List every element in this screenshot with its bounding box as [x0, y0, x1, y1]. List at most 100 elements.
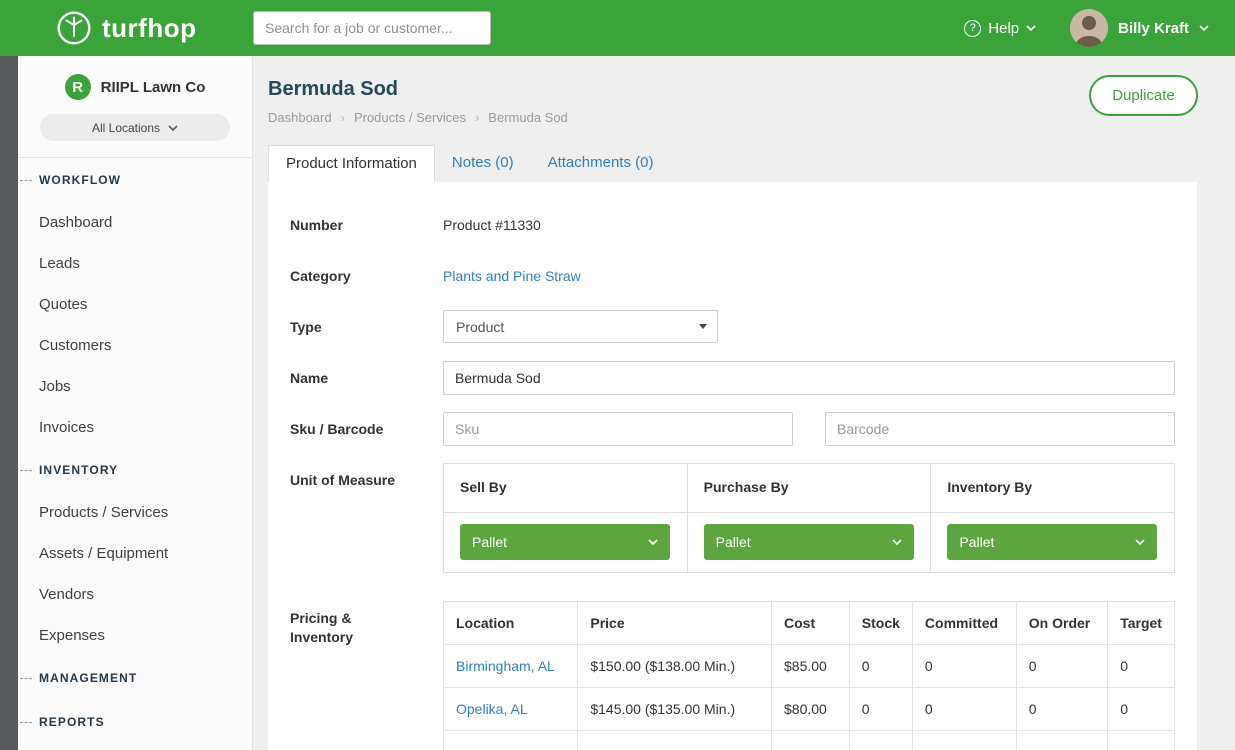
global-search-input[interactable] [253, 11, 491, 45]
company-logo: R [65, 74, 91, 100]
table-row-clipped [444, 731, 1175, 750]
sprinkler-logo-icon [56, 10, 92, 46]
type-select-value: Product [456, 319, 504, 335]
number-label: Number [290, 208, 443, 242]
cost-cell: $80.00 [772, 688, 850, 731]
purchase-by-dropdown[interactable]: Pallet [704, 524, 914, 560]
breadcrumb: Dashboard › Products / Services › Bermud… [268, 110, 1197, 125]
inventory-by-header: Inventory By [931, 464, 1174, 512]
committed-cell: 0 [912, 688, 1016, 731]
sidebar-item-dashboard[interactable]: Dashboard [18, 202, 252, 243]
number-value: Product #11330 [443, 208, 1175, 242]
main-content: Bermuda Sod Dashboard › Products / Servi… [253, 56, 1235, 750]
sidebar-item-vendors[interactable]: Vendors [18, 574, 252, 615]
breadcrumb-dashboard[interactable]: Dashboard [268, 110, 332, 125]
price-cell: $145.00 ($135.00 Min.) [578, 688, 772, 731]
tree-dash-icon [20, 470, 32, 471]
sidebar-nav: WORKFLOW Dashboard Leads Quotes Customer… [18, 158, 252, 744]
sidebar-section-inventory[interactable]: INVENTORY [18, 448, 252, 492]
tab-notes[interactable]: Notes (0) [435, 145, 531, 182]
name-row: Name [290, 361, 1175, 395]
target-cell: 0 [1108, 688, 1175, 731]
tree-dash-icon [20, 180, 32, 181]
col-location: Location [444, 602, 578, 645]
pricing-table-header-row: Location Price Cost Stock Committed On O… [444, 602, 1175, 645]
pricing-inventory-row: Pricing & Inventory Location Price Cost … [290, 601, 1175, 750]
inventory-by-dropdown[interactable]: Pallet [947, 524, 1157, 560]
col-price: Price [578, 602, 772, 645]
sku-barcode-row: Sku / Barcode [290, 412, 1175, 446]
location-link-opelika[interactable]: Opelika, AL [456, 701, 528, 717]
unit-of-measure-row: Unit of Measure Sell By Purchase By Inve… [290, 463, 1175, 584]
sidebar-edge-strip [0, 56, 18, 750]
pricing-table: Location Price Cost Stock Committed On O… [443, 601, 1175, 750]
breadcrumb-products-services[interactable]: Products / Services [354, 110, 466, 125]
pricing-inventory-label: Pricing & Inventory [290, 601, 443, 750]
sidebar-section-management[interactable]: MANAGEMENT [18, 656, 252, 700]
name-input[interactable] [443, 361, 1175, 395]
category-link[interactable]: Plants and Pine Straw [443, 268, 581, 284]
target-cell: 0 [1108, 645, 1175, 688]
sku-input[interactable] [443, 412, 793, 446]
sidebar: R RIIPL Lawn Co All Locations WORKFLOW D… [0, 56, 253, 750]
col-committed: Committed [912, 602, 1016, 645]
unit-of-measure-table: Sell By Purchase By Inventory By Pallet [443, 463, 1175, 573]
sku-barcode-label: Sku / Barcode [290, 412, 443, 446]
tab-product-information[interactable]: Product Information [268, 145, 435, 182]
tree-dash-icon [20, 678, 32, 679]
col-target: Target [1108, 602, 1175, 645]
sidebar-item-customers[interactable]: Customers [18, 325, 252, 366]
duplicate-button[interactable]: Duplicate [1089, 75, 1198, 116]
type-select[interactable]: Product [443, 310, 718, 343]
col-on-order: On Order [1016, 602, 1107, 645]
sidebar-item-expenses[interactable]: Expenses [18, 615, 252, 656]
number-row: Number Product #11330 [290, 208, 1175, 242]
sidebar-item-assets-equipment[interactable]: Assets / Equipment [18, 533, 252, 574]
tab-bar: Product Information Notes (0) Attachment… [268, 145, 1197, 182]
committed-cell: 0 [912, 645, 1016, 688]
chevron-down-icon [1199, 25, 1209, 31]
table-row: Birmingham, AL $150.00 ($138.00 Min.) $8… [444, 645, 1175, 688]
sell-by-dropdown[interactable]: Pallet [460, 524, 670, 560]
type-row: Type Product [290, 310, 1175, 344]
stock-cell: 0 [849, 645, 912, 688]
tab-attachments[interactable]: Attachments (0) [531, 145, 671, 182]
sidebar-item-jobs[interactable]: Jobs [18, 366, 252, 407]
purchase-by-header: Purchase By [688, 464, 932, 512]
brand-logo[interactable]: turfhop [56, 10, 196, 46]
location-link-birmingham[interactable]: Birmingham, AL [456, 658, 555, 674]
cost-cell: $85.00 [772, 645, 850, 688]
sidebar-item-quotes[interactable]: Quotes [18, 284, 252, 325]
user-avatar [1070, 9, 1108, 47]
on-order-cell: 0 [1016, 645, 1107, 688]
sidebar-section-reports[interactable]: REPORTS [18, 700, 252, 744]
barcode-input[interactable] [825, 412, 1175, 446]
on-order-cell: 0 [1016, 688, 1107, 731]
category-label: Category [290, 259, 443, 293]
sidebar-item-leads[interactable]: Leads [18, 243, 252, 284]
sidebar-section-workflow[interactable]: WORKFLOW [18, 158, 252, 202]
sidebar-item-products-services[interactable]: Products / Services [18, 492, 252, 533]
type-label: Type [290, 310, 443, 344]
sidebar-item-invoices[interactable]: Invoices [18, 407, 252, 448]
price-cell: $150.00 ($138.00 Min.) [578, 645, 772, 688]
sell-by-header: Sell By [444, 464, 688, 512]
category-row: Category Plants and Pine Straw [290, 259, 1175, 293]
chevron-down-icon [892, 539, 902, 545]
company-selector[interactable]: R RIIPL Lawn Co [18, 74, 252, 100]
product-information-panel: Number Product #11330 Category Plants an… [268, 182, 1197, 750]
chevron-down-icon [1135, 539, 1145, 545]
page-title: Bermuda Sod [268, 78, 1197, 101]
user-name: Billy Kraft [1118, 20, 1189, 37]
select-arrow-icon [699, 324, 707, 329]
breadcrumb-current: Bermuda Sod [488, 110, 568, 125]
user-menu[interactable]: Billy Kraft [1070, 9, 1209, 47]
help-icon: ? [964, 20, 981, 37]
col-stock: Stock [849, 602, 912, 645]
help-label: Help [988, 20, 1019, 37]
brand-name: turfhop [102, 13, 196, 44]
locations-label: All Locations [92, 121, 160, 135]
locations-dropdown[interactable]: All Locations [40, 114, 230, 141]
stock-cell: 0 [849, 688, 912, 731]
help-menu[interactable]: ? Help [964, 20, 1036, 37]
